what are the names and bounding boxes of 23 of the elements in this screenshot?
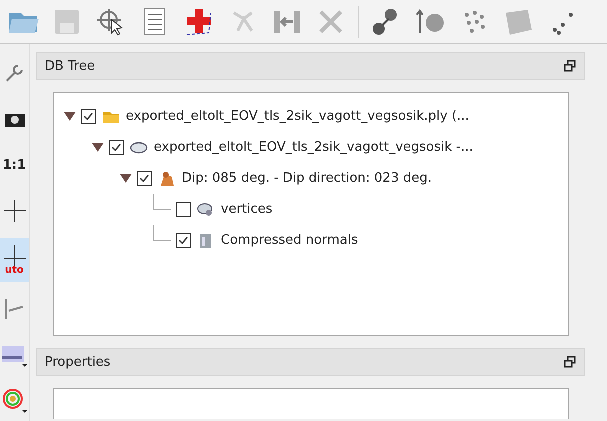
checkbox[interactable] xyxy=(176,233,191,248)
tree-item-label[interactable]: Compressed normals xyxy=(221,233,358,248)
panel-title: Properties xyxy=(45,354,111,370)
tree-line xyxy=(153,225,171,241)
float-icon[interactable] xyxy=(564,60,576,72)
auto-pick-button[interactable]: uto xyxy=(0,238,29,282)
checkbox[interactable] xyxy=(137,171,152,186)
checkbox[interactable] xyxy=(81,109,96,124)
tree-item-label[interactable]: vertices xyxy=(221,202,273,217)
float-icon[interactable] xyxy=(564,356,576,368)
tree-item-label[interactable]: exported_eltolt_EOV_tls_2sik_vagott_vegsosik -... xyxy=(154,140,474,155)
zoom-ratio-button[interactable]: 1:1 xyxy=(2,158,26,172)
checkbox[interactable] xyxy=(109,140,124,155)
checkbox[interactable] xyxy=(176,202,191,217)
crosshair-icon[interactable] xyxy=(2,199,26,223)
tree-item-label[interactable]: Dip: 085 deg. - Dip direction: 023 deg. xyxy=(182,171,432,186)
wrench-icon[interactable] xyxy=(4,62,26,84)
auto-label: uto xyxy=(5,266,24,276)
tree-item-label[interactable]: exported_eltolt_EOV_tls_2sik_vagott_vegsosik.ply (... xyxy=(126,109,470,124)
tree-line xyxy=(153,194,171,210)
crosshair-icon xyxy=(2,244,26,266)
panel-title: DB Tree xyxy=(45,58,96,74)
color-wheel-icon[interactable] xyxy=(2,388,28,414)
